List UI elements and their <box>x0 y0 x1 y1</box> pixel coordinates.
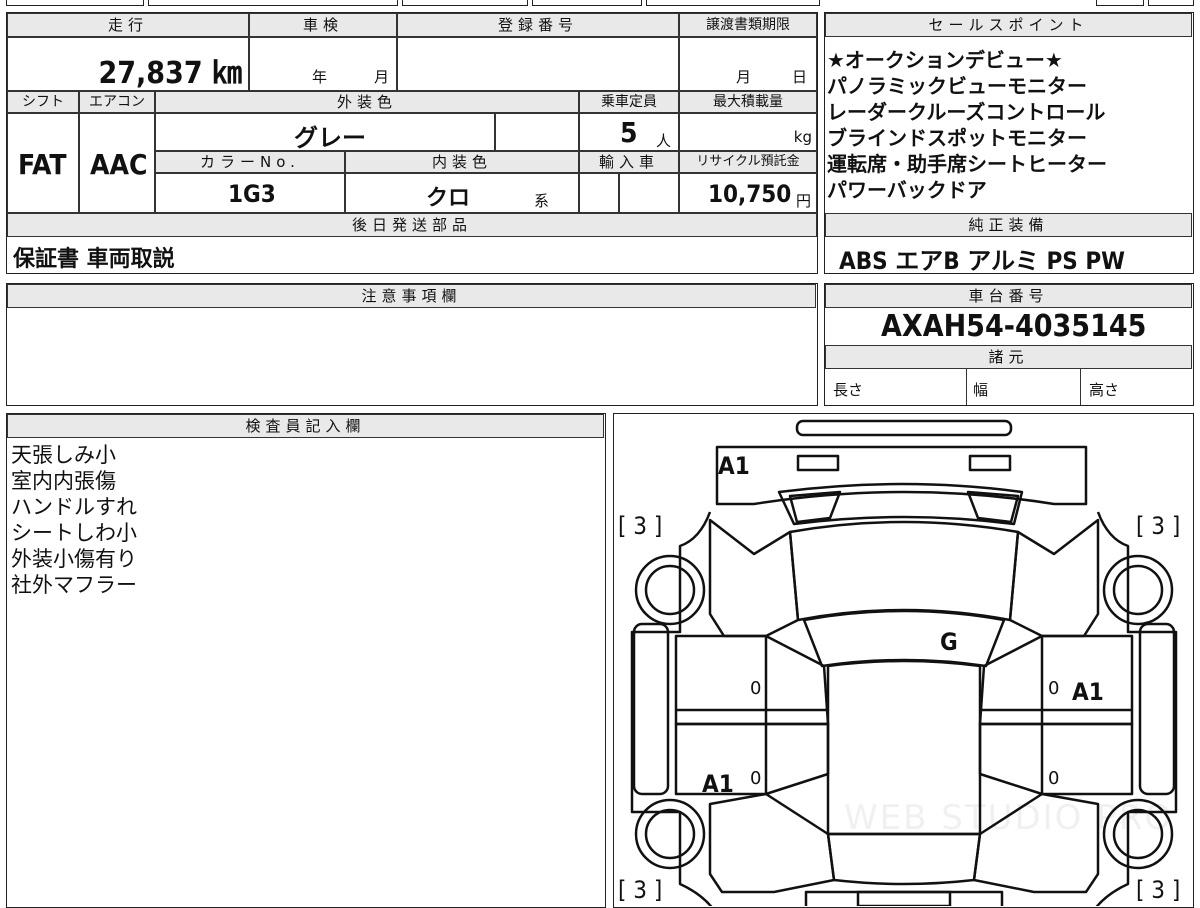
color-no-value: 1G3 <box>228 180 276 208</box>
inspector-note: ハンドルすれ <box>11 495 137 519</box>
spec-height: 高さ <box>1081 369 1191 405</box>
sales-point-item: パワーバックドア <box>827 178 987 202</box>
sales-point-item: パノラミックビューモニター <box>827 74 1087 98</box>
inspector-panel: 検査員記入欄 天張しみ小 室内内張傷 ハンドルすれ シートしわ小 外装小傷有り … <box>6 413 606 908</box>
sales-points-panel: セールスポイント ★オークションデビュー★ パノラミックビューモニター レーダー… <box>824 12 1194 275</box>
recycle-fee-unit: 円 <box>796 192 812 210</box>
shift-cell: FAT <box>7 113 79 213</box>
aircon-header: エアコン <box>79 91 155 113</box>
damage-mark-front-bumper: A1 <box>718 452 750 480</box>
exterior-color-header: 外装色 <box>155 91 579 113</box>
import-cell-b <box>619 173 679 213</box>
damage-diagram-panel: [ 3 ] [ 3 ] [ 3 ] [ 3 ] A1 G A1 A1 0 0 0… <box>613 413 1194 908</box>
sales-point-item: レーダークルーズコントロール <box>827 100 1106 124</box>
inspector-note: 天張しみ小 <box>11 443 116 467</box>
shaken-header: 車検 <box>249 13 397 37</box>
inspector-note: 室内内張傷 <box>11 469 116 493</box>
spec-width: 幅 <box>967 369 1081 405</box>
top-strip <box>6 0 1194 8</box>
inspector-note: 社外マフラー <box>11 573 137 597</box>
chassis-header: 車台番号 <box>825 284 1192 308</box>
aircon-cell: AAC <box>79 113 155 213</box>
door-zero-mark: 0 <box>1048 768 1060 789</box>
capacity-value: 5 <box>620 116 638 149</box>
registration-header: 登録番号 <box>397 13 679 37</box>
notes-panel: 注意事項欄 <box>6 283 818 406</box>
damage-mark-windshield: G <box>940 628 958 656</box>
recycle-fee-header: リサイクル預託金 <box>679 151 817 173</box>
later-parts-value: 保証書 車両取説 <box>13 247 175 272</box>
mileage-header: 走行 <box>7 13 249 37</box>
door-zero-mark: 0 <box>750 768 762 789</box>
spec-length-label: 長さ <box>833 381 864 399</box>
recycle-fee-cell: 10,750 円 <box>679 173 817 213</box>
sales-point-item: ★オークションデビュー★ <box>827 48 1063 72</box>
max-load-header: 最大積載量 <box>679 91 817 113</box>
sales-points-list: ★オークションデビュー★ パノラミックビューモニター レーダークルーズコントロー… <box>827 47 1107 203</box>
later-parts-cell: 保証書 車両取説 <box>7 237 817 273</box>
tire-front-left-label: [ 3 ] <box>618 512 663 540</box>
shaken-year-unit: 年 <box>312 68 328 86</box>
aircon-value: AAC <box>90 148 148 181</box>
transfer-deadline-header: 譲渡書類期限 <box>679 13 817 37</box>
exterior-color-cell: グレー <box>155 113 495 152</box>
mileage-value: 27,837 ㎞ <box>98 56 242 91</box>
damage-mark-right-rear-door: A1 <box>1072 678 1104 706</box>
interior-color-value: クロ <box>426 186 471 211</box>
notes-header: 注意事項欄 <box>7 284 816 308</box>
interior-color-cell: クロ 系 <box>345 173 579 213</box>
exterior-color-extra <box>495 113 579 151</box>
vehicle-info-table: 走行 車検 登録番号 譲渡書類期限 27,837 ㎞ 年 月 月 日 シフト エ… <box>6 12 818 274</box>
inspector-notes: 天張しみ小 室内内張傷 ハンドルすれ シートしわ小 外装小傷有り 社外マフラー <box>11 442 137 598</box>
chassis-panel: 車台番号 AXAH54-4035145 諸元 長さ 幅 高さ <box>824 283 1194 406</box>
tire-front-right-label: [ 3 ] <box>1136 512 1181 540</box>
sales-point-item: ブラインドスポットモニター <box>827 126 1087 150</box>
genuine-equipment-header: 純正装備 <box>825 213 1192 237</box>
door-zero-mark: 0 <box>750 678 762 699</box>
shaken-month-unit: 月 <box>374 68 390 86</box>
mileage-cell: 27,837 ㎞ <box>7 37 249 91</box>
shift-header: シフト <box>7 91 79 113</box>
exterior-color-value: グレー <box>294 124 366 152</box>
color-no-cell: 1G3 <box>155 173 345 213</box>
transfer-deadline-cell: 月 日 <box>679 37 817 91</box>
damage-mark-left-rear-door: A1 <box>702 770 734 798</box>
watermark: WEB STUDIO PRO <box>844 798 1174 838</box>
interior-color-header: 内装色 <box>345 151 579 173</box>
spec-width-label: 幅 <box>973 381 989 399</box>
capacity-header: 乗車定員 <box>579 91 679 113</box>
door-zero-mark: 0 <box>1048 678 1060 699</box>
inspector-note: シートしわ小 <box>11 521 137 545</box>
interior-color-unit: 系 <box>534 192 550 210</box>
deadline-day-unit: 日 <box>792 68 808 86</box>
sales-point-item: 運転席・助手席シートヒーター <box>827 152 1107 176</box>
import-header: 輸入車 <box>579 151 679 173</box>
later-parts-header: 後日発送部品 <box>7 213 817 237</box>
color-no-header: カラーNo. <box>155 151 345 173</box>
spec-length: 長さ <box>825 369 967 405</box>
import-cell-a <box>579 173 619 213</box>
deadline-month-unit: 月 <box>736 68 752 86</box>
specs-header: 諸元 <box>825 345 1192 369</box>
shift-value: FAT <box>18 148 67 181</box>
inspector-note: 外装小傷有り <box>11 547 137 571</box>
inspector-header: 検査員記入欄 <box>7 414 604 438</box>
shaken-cell: 年 月 <box>249 37 397 91</box>
chassis-number: AXAH54-4035145 <box>881 309 1147 344</box>
capacity-cell: 5 人 <box>579 113 679 151</box>
max-load-unit: kg <box>793 128 812 146</box>
registration-cell <box>397 37 679 91</box>
capacity-unit: 人 <box>656 132 672 150</box>
max-load-cell: kg <box>679 113 817 151</box>
recycle-fee-value: 10,750 <box>708 180 792 208</box>
sales-points-header: セールスポイント <box>825 13 1192 37</box>
genuine-equipment-value: ABS エアB アルミ PS PW <box>839 247 1125 275</box>
spec-height-label: 高さ <box>1089 381 1120 399</box>
